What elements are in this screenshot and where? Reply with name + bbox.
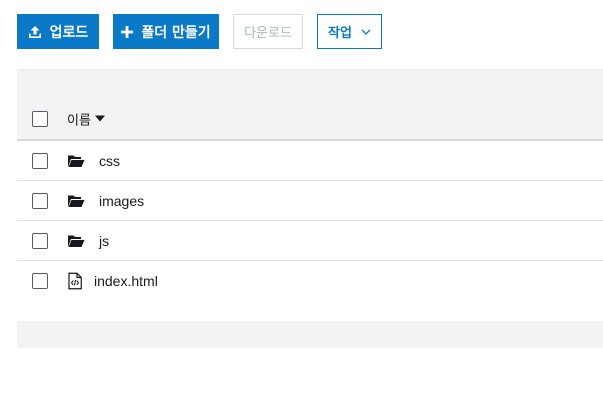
row-checkbox[interactable]	[32, 273, 48, 289]
row-checkbox[interactable]	[32, 192, 48, 209]
actions-button-label: 작업	[328, 26, 352, 41]
upload-button[interactable]: 업로드	[17, 14, 99, 49]
upload-icon	[28, 25, 42, 39]
actions-dropdown-button[interactable]: 작업	[317, 14, 382, 49]
row-checkbox[interactable]	[32, 152, 48, 169]
folder-open-icon	[67, 234, 85, 248]
select-all-checkbox[interactable]	[32, 110, 48, 127]
folder-open-icon	[67, 194, 85, 208]
table-row[interactable]: images	[17, 181, 603, 221]
toolbar: 업로드 폴더 만들기 다운로드 작업	[17, 14, 603, 49]
sort-caret-down-icon	[94, 115, 105, 122]
table-row[interactable]: index.html	[17, 261, 603, 301]
file-name-link[interactable]: js	[99, 233, 109, 249]
name-column-header[interactable]: 이름	[67, 109, 105, 128]
table-row[interactable]: js	[17, 221, 603, 261]
file-name-link[interactable]: css	[99, 153, 120, 169]
row-checkbox[interactable]	[32, 232, 48, 249]
file-table: 이름 css images js index.html	[17, 98, 603, 301]
file-name-link[interactable]: images	[99, 193, 144, 209]
table-header-row: 이름	[17, 98, 603, 141]
download-button-label: 다운로드	[244, 26, 292, 41]
table-row[interactable]: css	[17, 141, 603, 181]
upload-button-label: 업로드	[49, 24, 89, 41]
download-button[interactable]: 다운로드	[233, 14, 303, 49]
code-file-icon	[68, 272, 82, 290]
create-folder-button[interactable]: 폴더 만들기	[113, 14, 219, 49]
table-bottom-bar	[17, 321, 603, 348]
chevron-down-icon	[361, 29, 371, 35]
create-folder-button-label: 폴더 만들기	[141, 24, 211, 41]
file-name-link[interactable]: index.html	[94, 273, 158, 289]
table-top-bar	[17, 69, 603, 98]
folder-open-icon	[67, 154, 85, 168]
plus-icon	[121, 25, 134, 38]
name-column-label: 이름	[67, 113, 91, 128]
